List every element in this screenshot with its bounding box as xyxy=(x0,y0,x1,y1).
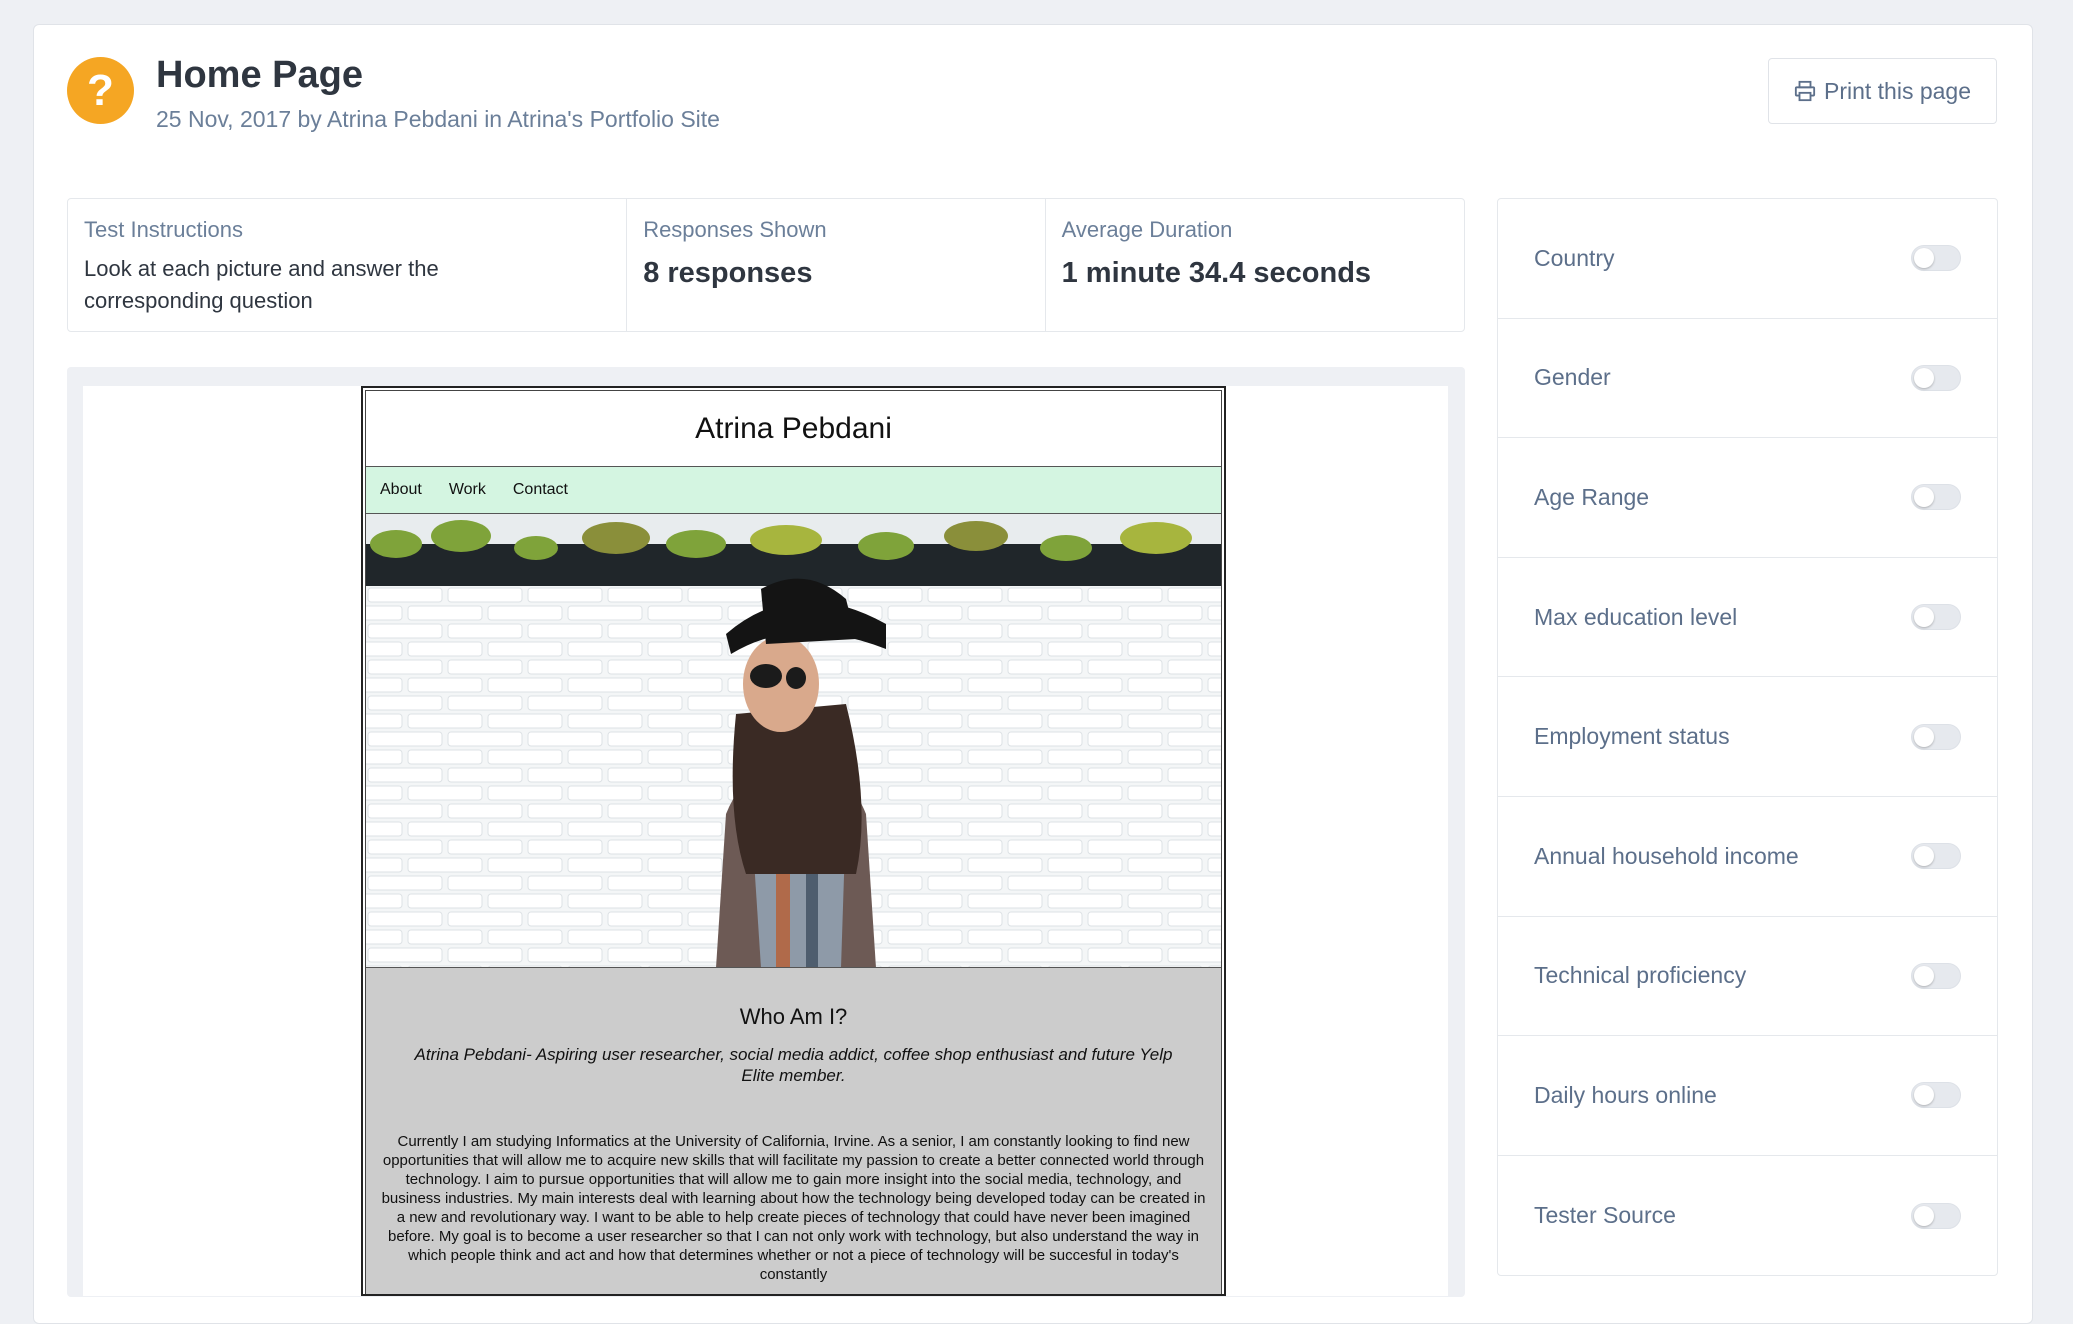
filter-label-proficiency: Technical proficiency xyxy=(1534,962,1747,989)
proficiency-toggle[interactable] xyxy=(1911,962,1961,989)
filter-row-gender: Gender xyxy=(1498,319,1997,439)
stat-responses: Responses Shown 8 responses xyxy=(627,199,1046,331)
filter-label-gender: Gender xyxy=(1534,364,1611,391)
site-title: Atrina Pebdani xyxy=(366,391,1221,467)
print-button-label: Print this page xyxy=(1823,77,1972,104)
filter-label-tester-source: Tester Source xyxy=(1534,1202,1676,1229)
filter-row-hours-online: Daily hours online xyxy=(1498,1036,1997,1156)
stat-instructions-label: Test Instructions xyxy=(84,217,243,242)
print-button[interactable]: Print this page xyxy=(1768,58,1997,124)
employment-toggle[interactable] xyxy=(1911,723,1961,750)
site-screenshot: Atrina Pebdani About Work Contact Who Am… xyxy=(361,386,1226,1296)
about-body: Currently I am studying Informatics at t… xyxy=(381,1133,1206,1283)
about-heading: Who Am I? xyxy=(739,1004,848,1029)
stats-bar: Test Instructions Look at each picture a… xyxy=(67,198,1465,332)
about-tagline: Atrina Pebdani- Aspiring user researcher… xyxy=(414,1045,1173,1085)
site-nav: About Work Contact xyxy=(366,467,1221,514)
filter-row-income: Annual household income xyxy=(1498,797,1997,917)
page-meta: 25 Nov, 2017 by Atrina Pebdani in Atrina… xyxy=(156,106,720,132)
site-nav-about: About xyxy=(380,481,422,498)
filter-row-age-range: Age Range xyxy=(1498,438,1997,558)
printer-icon xyxy=(1794,80,1816,102)
filter-label-age-range: Age Range xyxy=(1534,483,1650,510)
filter-label-education: Max education level xyxy=(1534,603,1738,630)
stat-responses-value: 8 responses xyxy=(643,257,813,289)
hero-photo xyxy=(366,514,1221,968)
gender-toggle[interactable] xyxy=(1911,364,1961,391)
stat-duration: Average Duration 1 minute 34.4 seconds xyxy=(1046,199,1464,331)
site-nav-contact: Contact xyxy=(512,481,568,498)
filter-row-employment: Employment status xyxy=(1498,677,1997,797)
tester-source-toggle[interactable] xyxy=(1911,1202,1961,1229)
filter-label-country: Country xyxy=(1534,244,1615,271)
filter-row-education: Max education level xyxy=(1498,558,1997,678)
filter-row-country: Country xyxy=(1498,199,1997,319)
stat-instructions-text: Look at each picture and answer the corr… xyxy=(84,256,439,313)
filter-label-employment: Employment status xyxy=(1534,723,1730,750)
filter-label-hours-online: Daily hours online xyxy=(1534,1081,1717,1108)
about-section: Who Am I? Atrina Pebdani- Aspiring user … xyxy=(366,968,1221,1294)
hours-online-toggle[interactable] xyxy=(1911,1082,1961,1109)
country-toggle[interactable] xyxy=(1911,245,1961,272)
filter-label-income: Annual household income xyxy=(1534,842,1799,869)
stat-instructions: Test Instructions Look at each picture a… xyxy=(68,199,628,331)
stat-duration-label: Average Duration xyxy=(1061,217,1233,242)
filter-row-tester-source: Tester Source xyxy=(1498,1156,1997,1276)
filter-row-proficiency: Technical proficiency xyxy=(1498,917,1997,1037)
age-range-toggle[interactable] xyxy=(1911,484,1961,511)
stat-duration-value: 1 minute 34.4 seconds xyxy=(1061,257,1372,289)
income-toggle[interactable] xyxy=(1911,843,1961,870)
filter-panel: Country Gender Age Range Max education l… xyxy=(1497,198,1998,1276)
page-title: Home Page xyxy=(156,54,363,96)
education-toggle[interactable] xyxy=(1911,604,1961,631)
site-nav-work: Work xyxy=(448,481,486,498)
question-icon: ? xyxy=(67,57,134,124)
stat-responses-label: Responses Shown xyxy=(643,217,827,242)
